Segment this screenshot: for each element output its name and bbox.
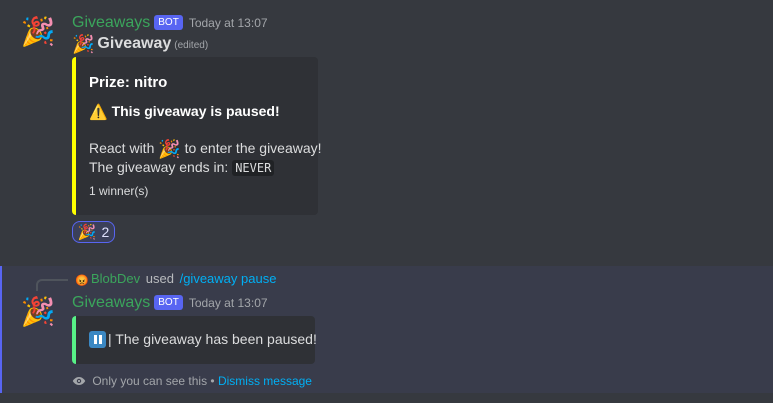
party-popper-icon[interactable]: 🎉 — [18, 292, 58, 332]
party-popper-icon: 🎉 — [72, 34, 95, 55]
ephemeral-note-text: Only you can see this • — [92, 374, 215, 388]
bot-tag: BOT — [154, 295, 183, 310]
timestamp[interactable]: Today at 13:07 — [189, 296, 268, 310]
author-name[interactable]: Giveaways — [72, 294, 150, 311]
paused-notice: ⚠️ This giveaway is paused! — [89, 103, 280, 121]
pause-embed-text: | The giveaway has been paused! — [108, 331, 317, 347]
giveaway-embed: Prize: nitro ⚠️ This giveaway is paused!… — [72, 57, 322, 215]
pause-embed-text-line: | The giveaway has been paused! — [89, 331, 317, 348]
timestamp[interactable]: Today at 13:07 — [189, 16, 268, 30]
react-prefix: React with — [89, 140, 155, 156]
reaction-count: 2 — [101, 224, 110, 240]
ends-prefix: The giveaway ends in: — [89, 159, 229, 175]
reaction-button[interactable]: 🎉 2 — [72, 221, 115, 243]
bot-tag: BOT — [154, 15, 183, 30]
react-suffix: to enter the giveaway! — [184, 140, 322, 156]
dismiss-message-link[interactable]: Dismiss message — [218, 374, 312, 388]
message-header: Giveaways BOT Today at 13:07 — [72, 292, 268, 312]
chat-area: 🎉 Giveaways BOT Today at 13:07 🎉 Giveaway (e… — [0, 0, 773, 403]
party-popper-icon: 🎉 — [77, 223, 97, 241]
warning-icon: ⚠️ — [89, 104, 108, 121]
reply-used-label: used — [145, 271, 174, 286]
pause-button-icon — [89, 331, 106, 348]
reply-context[interactable]: 😡 BlobDev used /giveaway pause — [75, 271, 276, 287]
party-popper-icon: 🎉 — [158, 139, 181, 159]
reply-spine — [36, 279, 68, 291]
user-avatar-icon: 😡 — [75, 275, 89, 287]
ephemeral-note: Only you can see this • Dismiss message — [72, 374, 312, 388]
author-name[interactable]: Giveaways — [72, 14, 150, 31]
ends-value: NEVER — [232, 160, 275, 176]
party-popper-icon[interactable]: 🎉 — [18, 12, 58, 52]
message-header: Giveaways BOT Today at 13:07 — [72, 12, 268, 32]
winners-count: 1 winner(s) — [89, 184, 149, 198]
message-content: 🎉 Giveaway (edited) — [72, 33, 208, 54]
eye-icon — [72, 377, 86, 385]
reply-username[interactable]: BlobDev — [91, 271, 140, 286]
edited-label: (edited) — [174, 40, 209, 51]
embed-description: React with 🎉 to enter the giveaway! The … — [89, 139, 322, 178]
embed-title: Prize: nitro — [89, 74, 168, 91]
reply-command[interactable]: /giveaway pause — [180, 271, 277, 286]
paused-text: This giveaway is paused! — [111, 103, 280, 119]
pause-embed: | The giveaway has been paused! — [72, 316, 317, 364]
content-title: Giveaway — [97, 35, 172, 52]
ephemeral-bar — [0, 266, 2, 393]
